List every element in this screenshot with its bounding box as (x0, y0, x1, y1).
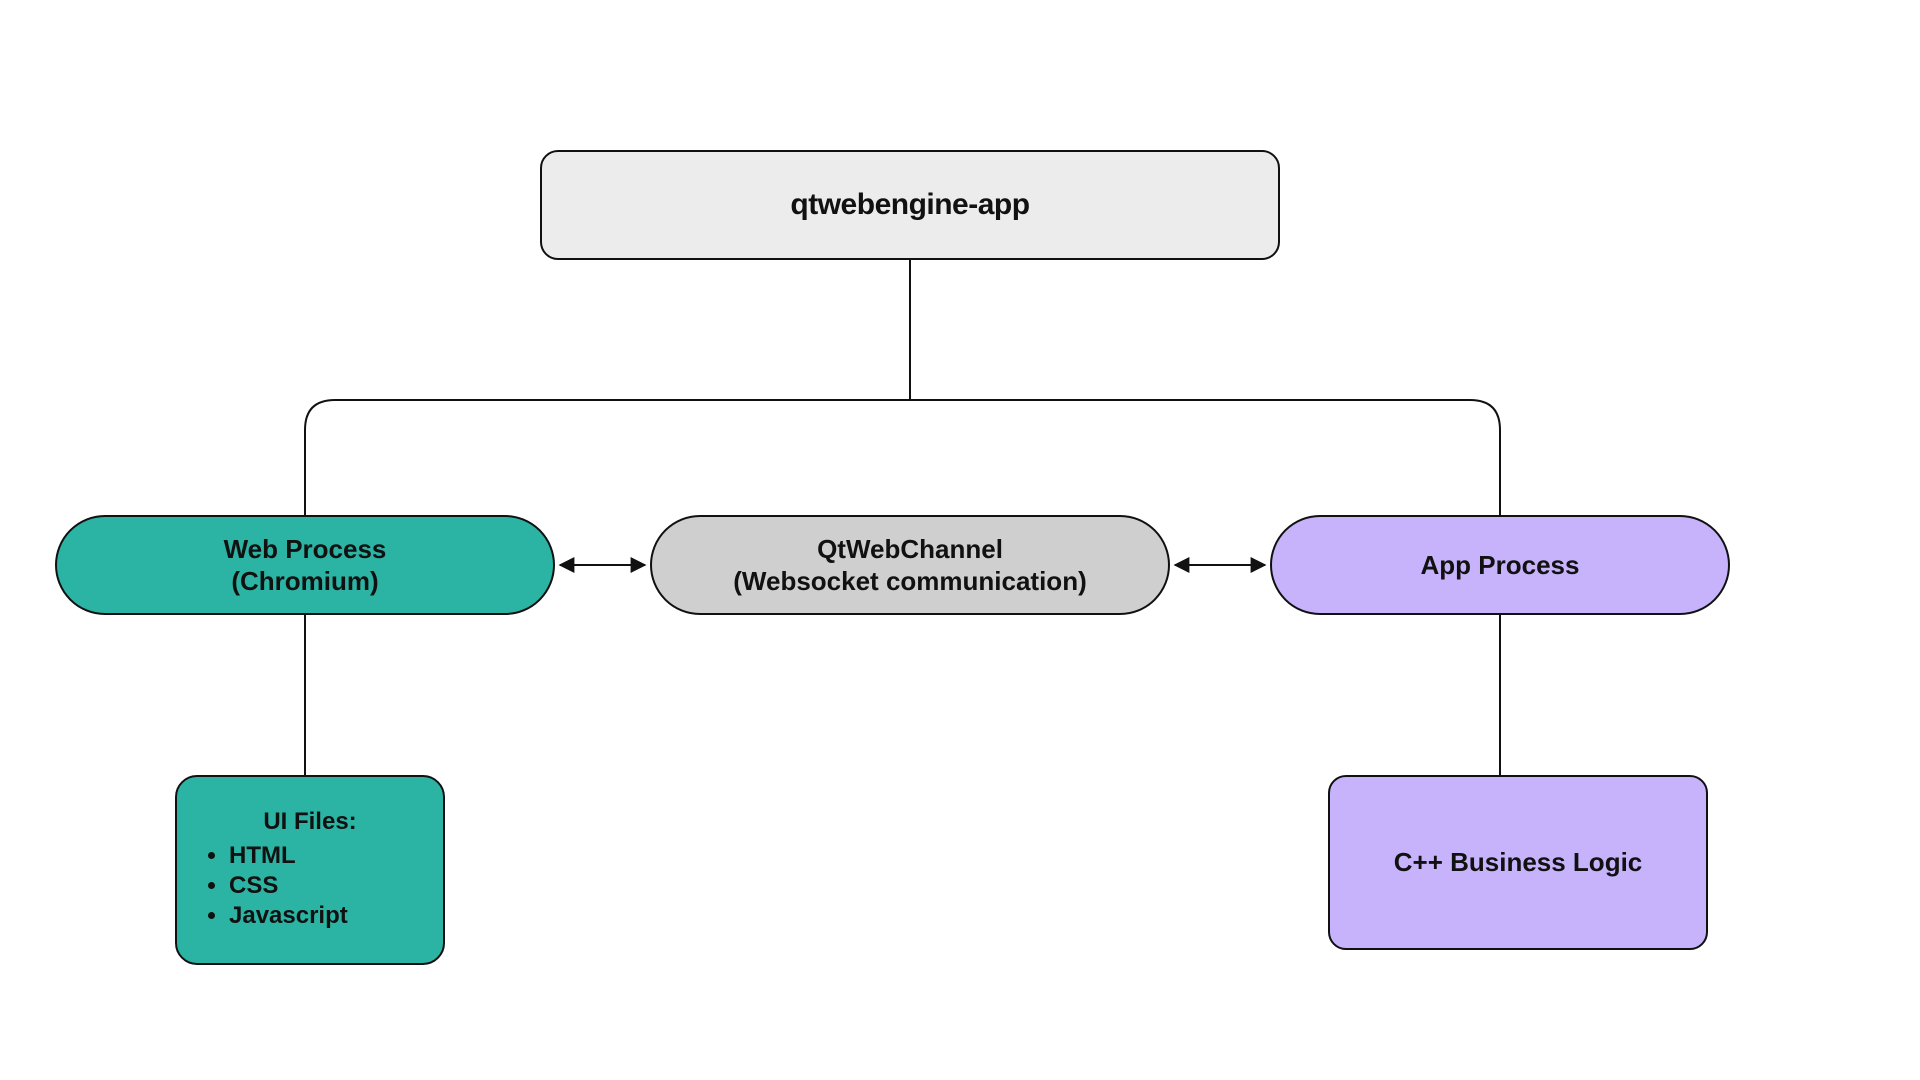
node-web-process: Web Process (Chromium) (55, 515, 555, 615)
node-root: qtwebengine-app (540, 150, 1280, 260)
ui-files-list: HTML CSS Javascript (229, 840, 348, 932)
node-app-process-label: App Process (1421, 549, 1580, 582)
node-root-label: qtwebengine-app (790, 188, 1029, 222)
list-item: HTML (229, 842, 348, 870)
list-item: CSS (229, 872, 348, 900)
node-app-process: App Process (1270, 515, 1730, 615)
edge-root-rail (305, 400, 1500, 430)
node-ui-files: UI Files: HTML CSS Javascript (175, 775, 445, 965)
node-qtwebchannel-line1: QtWebChannel (733, 533, 1086, 566)
node-cpp-label: C++ Business Logic (1394, 847, 1643, 878)
node-web-process-line2: (Chromium) (224, 565, 387, 598)
node-qtwebchannel-line2: (Websocket communication) (733, 565, 1086, 598)
ui-files-title: UI Files: (263, 808, 356, 836)
list-item: Javascript (229, 902, 348, 930)
node-cpp: C++ Business Logic (1328, 775, 1708, 950)
node-qtwebchannel: QtWebChannel (Websocket communication) (650, 515, 1170, 615)
node-web-process-line1: Web Process (224, 533, 387, 566)
diagram-canvas: qtwebengine-app Web Process (Chromium) Q… (0, 0, 1920, 1080)
